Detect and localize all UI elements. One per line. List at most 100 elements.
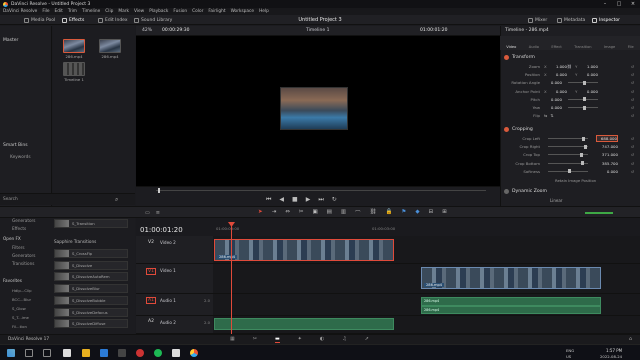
viewer-zoom[interactable]: 42% [142, 28, 152, 33]
effect-card[interactable]: S_Transition [54, 219, 128, 228]
menu-item[interactable]: View [134, 9, 144, 14]
mixer-button[interactable]: Mixer [528, 17, 547, 23]
open-fx-category[interactable]: Open FX [3, 236, 21, 241]
tab-transition[interactable]: Transition [574, 45, 591, 49]
blade-tool-icon[interactable]: ✂ [299, 209, 304, 217]
file-explorer-icon[interactable] [82, 349, 90, 357]
crop-slider[interactable] [548, 144, 588, 149]
reset-icon[interactable]: ↺ [631, 97, 634, 102]
reset-icon[interactable]: ↺ [631, 136, 634, 141]
search-label[interactable]: Search [3, 197, 18, 202]
trim-tool-icon[interactable]: ⇥ [272, 209, 277, 217]
clock-time[interactable]: 1:57 PM [606, 348, 622, 353]
tab-effect[interactable]: Effect [551, 45, 561, 49]
scrubber-handle[interactable] [158, 188, 160, 193]
keywords-bin[interactable]: Keywords [10, 155, 31, 160]
resolve-taskbar-icon[interactable] [190, 349, 198, 357]
effect-card[interactable]: S_DissolveAutoRem [54, 272, 128, 282]
media-pool-button[interactable]: Media Pool [24, 17, 55, 23]
effects-button[interactable]: Effects [62, 17, 84, 23]
crop-row[interactable]: Crop Top 371.000 ↺ [504, 151, 634, 158]
overwrite-clip-icon[interactable]: ▤ [327, 209, 332, 217]
param-slider[interactable] [568, 80, 598, 85]
stop-icon[interactable]: ■ [292, 196, 298, 204]
page-edit-icon[interactable]: ▬ [274, 336, 280, 343]
param-x[interactable]: 0.000 [549, 72, 567, 77]
notepad-icon[interactable] [63, 349, 71, 357]
effect-card[interactable]: S_DissolveDefocus [54, 307, 128, 317]
edit-index-button[interactable]: Edit Index [98, 17, 128, 23]
playhead[interactable] [231, 222, 232, 334]
param-x[interactable]: 0.000 [544, 80, 562, 85]
timeline-ruler[interactable]: 01:00:00:00 01:00:03:00 [136, 218, 640, 236]
crop-value[interactable]: 385.700 [596, 161, 618, 166]
menu-item[interactable]: File [42, 9, 49, 14]
video-clip-v1[interactable]: 286.mp4 [421, 267, 601, 289]
favorite-item[interactable]: Fil...tion [12, 324, 27, 329]
reset-icon[interactable]: ↺ [631, 152, 634, 157]
track-header-a2[interactable]: A2 Audio 2 2.0 [136, 316, 213, 334]
list-view-icon[interactable]: ≡ [156, 210, 160, 216]
param-x[interactable]: 1.000 [549, 64, 567, 69]
master-bin[interactable]: Master [3, 38, 18, 43]
loop-icon[interactable]: ↻ [332, 196, 337, 204]
transform-row[interactable]: Yaw 0.000 ↺ [504, 104, 634, 111]
param-slider[interactable] [568, 97, 598, 102]
crop-row[interactable]: Softness 0.000 ↺ [504, 168, 634, 175]
param-x[interactable]: 0.000 [549, 89, 567, 94]
dynamic-trim-icon[interactable]: ⇔ [285, 209, 290, 217]
crop-row[interactable]: Crop Right 747.000 ↺ [504, 143, 634, 150]
crop-slider[interactable] [548, 161, 588, 166]
position-lock-icon[interactable]: 🔒 [386, 209, 393, 217]
scrubber-bar[interactable] [156, 190, 486, 191]
app2-icon[interactable] [172, 349, 180, 357]
reset-icon[interactable]: ↺ [631, 144, 634, 149]
timeline-clip[interactable] [63, 62, 85, 76]
favorite-item[interactable]: S_Glow [12, 306, 26, 311]
zoom-slider[interactable] [585, 212, 613, 214]
home-icon[interactable]: ⌂ [629, 336, 632, 342]
jump-start-icon[interactable]: ⏮ [266, 196, 271, 204]
tab-file[interactable]: File [628, 45, 634, 49]
cropping-section[interactable]: Cropping [504, 125, 634, 133]
page-media-icon[interactable]: ▦ [230, 336, 235, 343]
play-reverse-icon[interactable]: ◀ [279, 196, 284, 204]
selection-tool-icon[interactable]: ➤ [258, 209, 263, 217]
transform-row[interactable]: Anchor Point X 0.000 Y 0.000 ↺ [504, 88, 634, 95]
param-slider[interactable] [568, 105, 598, 110]
transform-row[interactable]: Position X 0.000 Y 0.000 ↺ [504, 71, 634, 78]
transform-enable-icon[interactable] [504, 54, 509, 60]
reset-icon[interactable]: ↺ [631, 72, 634, 77]
menu-item[interactable]: Clip [105, 9, 113, 14]
menu-item[interactable]: Edit [55, 9, 63, 14]
open-fx-item[interactable]: Generators [12, 253, 35, 258]
minimize-icon[interactable]: – [598, 0, 612, 8]
zoom-out-icon[interactable]: ⊟ [429, 209, 434, 217]
page-color-icon[interactable]: ◐ [320, 336, 324, 343]
favorite-item[interactable]: BCC...Blur [12, 297, 31, 302]
linked-selection-icon[interactable]: ⛓ [370, 209, 377, 217]
toolbox-item[interactable]: Effects [12, 226, 26, 231]
reset-icon[interactable]: ↺ [631, 169, 634, 174]
crop-slider[interactable] [548, 152, 588, 157]
param-y[interactable]: 0.000 [580, 89, 598, 94]
inspector-button[interactable]: Inspector [592, 17, 620, 23]
reset-icon[interactable]: ↺ [631, 80, 634, 85]
effect-card[interactable]: S_Dissolve [54, 260, 128, 270]
menu-item[interactable]: Help [259, 9, 269, 14]
menu-item[interactable]: Playback [149, 9, 168, 14]
dynamic-zoom-section[interactable]: Dynamic Zoom [504, 187, 634, 195]
jump-end-icon[interactable]: ⏭ [318, 196, 323, 204]
param-x[interactable]: 0.000 [544, 97, 562, 102]
tab-video[interactable]: Video [506, 45, 516, 49]
reset-icon[interactable]: ↺ [631, 89, 634, 94]
track-header-v2[interactable]: V2 Video 2 [136, 236, 213, 264]
snapping-icon[interactable]: ⌒ [355, 209, 361, 217]
menu-item[interactable]: Trim [68, 9, 77, 14]
menu-item[interactable]: DaVinci Resolve [3, 9, 37, 14]
page-deliver-icon[interactable]: ➚ [365, 336, 369, 343]
menu-item[interactable]: Timeline [82, 9, 100, 14]
transform-row[interactable]: Flip ⇆ ⇅ ↺ [504, 112, 634, 119]
video-clip-v2[interactable]: 286.mp4 [214, 239, 394, 261]
menu-item[interactable]: Workspace [231, 9, 255, 14]
